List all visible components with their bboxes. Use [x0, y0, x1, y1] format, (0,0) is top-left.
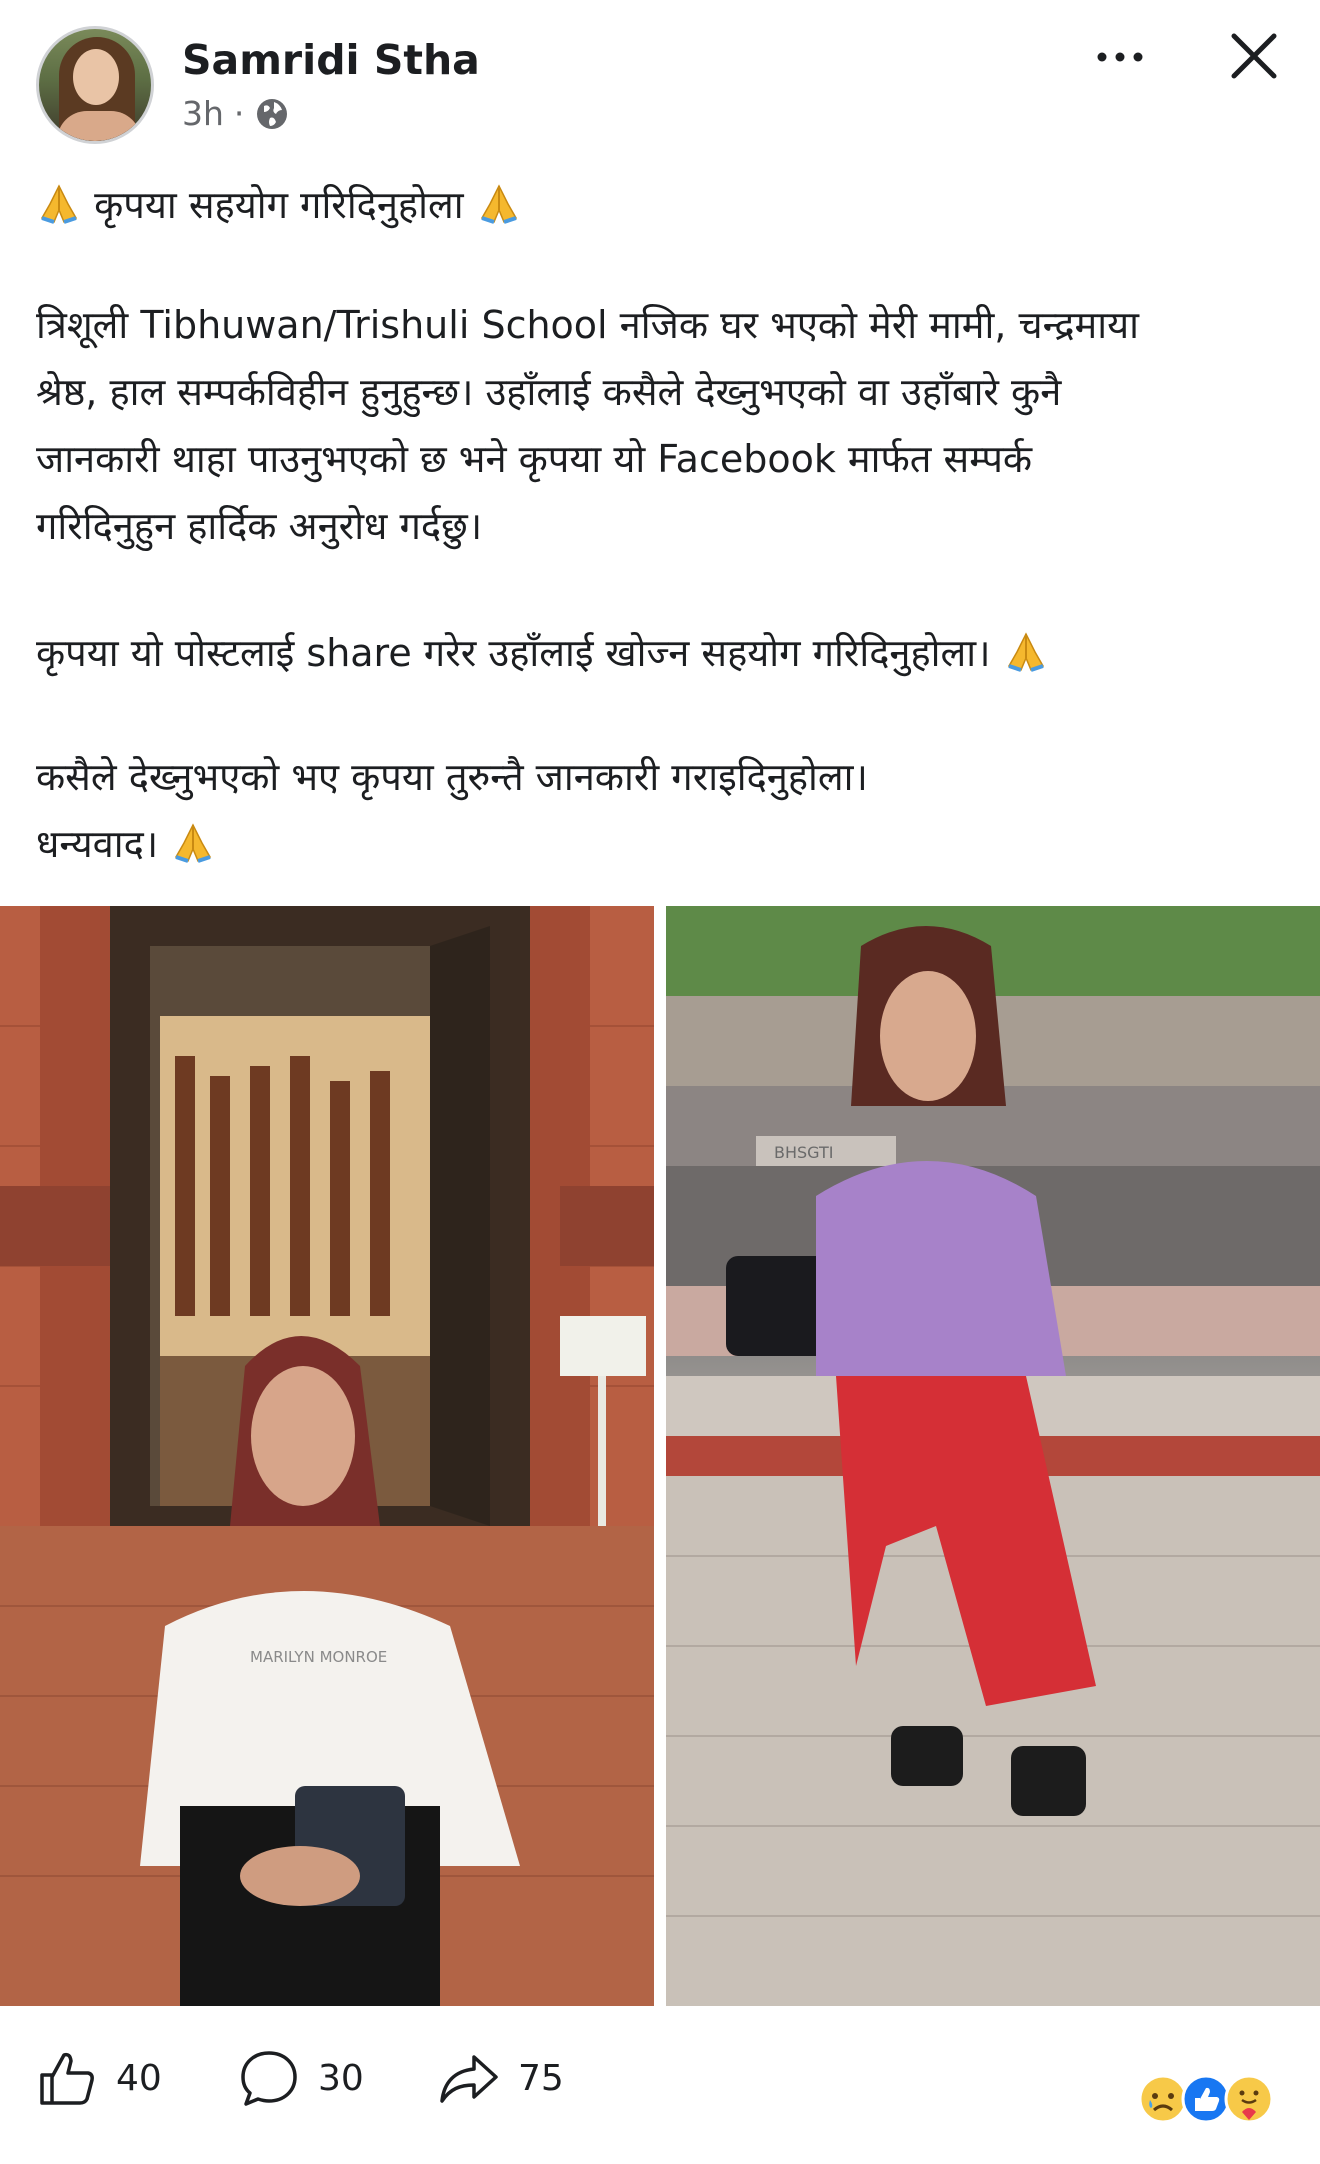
- like-emoji: [1181, 2074, 1231, 2124]
- comment-count: 30: [318, 2057, 364, 2099]
- globe-icon: [257, 98, 288, 129]
- wall-sign-text: BHSGTI: [774, 1143, 833, 1162]
- post-photo-1[interactable]: MARILYN MONROE: [0, 906, 654, 2006]
- sad-emoji: [1138, 2074, 1188, 2124]
- close-icon[interactable]: [1226, 28, 1282, 84]
- author-name[interactable]: Samridi Stha: [182, 36, 480, 84]
- folded-hands-emoji: [40, 184, 78, 224]
- post-para3-line2: धन्यवाद।: [36, 811, 1286, 878]
- post-para1-line4: गरिदिनुहुन हार्दिक अनुरोध गर्दछु।: [36, 504, 483, 548]
- comment-icon: [241, 2051, 297, 2106]
- share-count: 75: [518, 2057, 564, 2099]
- bench-photo: BHSGTI: [666, 906, 1320, 2006]
- folded-hands-emoji: [175, 823, 212, 863]
- post-para1-line1: त्रिशूली Tibhuwan/Trishuli School नजिक घ…: [36, 303, 1139, 347]
- post-para1-line2: श्रेष्ठ, हाल सम्पर्कविहीन हुनुहुन्छ। उहा…: [36, 370, 1062, 414]
- post-para2: कृपया यो पोस्टलाई share गरेर उहाँलाई खोज…: [36, 620, 1286, 687]
- post-thanks: धन्यवाद।: [36, 822, 159, 866]
- care-emoji: [1224, 2074, 1274, 2124]
- like-action[interactable]: 40: [36, 2038, 162, 2118]
- post-line1: कृपया सहयोग गरिदिनुहोला: [94, 183, 464, 227]
- post-para2-text: कृपया यो पोस्टलाई share गरेर उहाँलाई खोज…: [36, 631, 991, 675]
- author-avatar[interactable]: [36, 26, 154, 144]
- post-time[interactable]: 3h: [182, 94, 224, 133]
- folded-hands-emoji: [1007, 632, 1044, 672]
- post-title-line: कृपया सहयोग गरिदिनुहोला: [36, 172, 1286, 239]
- temple-photo: MARILYN MONROE: [0, 906, 654, 2006]
- more-options-icon[interactable]: [1090, 32, 1150, 82]
- like-count: 40: [116, 2057, 162, 2099]
- meta-separator: ·: [233, 94, 245, 133]
- folded-hands-emoji: [480, 184, 517, 224]
- post-para1-line3: जानकारी थाहा पाउनुभएको छ भने कृपया यो Fa…: [36, 437, 1033, 481]
- reactions-summary[interactable]: [1138, 2074, 1288, 2124]
- comment-action[interactable]: 30: [238, 2038, 364, 2118]
- thumbs-up-icon: [40, 2052, 94, 2105]
- post-para3-line1: कसैले देख्नुभएको भए कृपया तुरुन्तै जानका…: [36, 755, 868, 799]
- share-action[interactable]: 75: [438, 2038, 564, 2118]
- post-meta: 3h ·: [182, 94, 290, 133]
- post-photo-2[interactable]: BHSGTI: [666, 906, 1320, 2006]
- share-icon: [440, 2055, 498, 2103]
- shirt-print: MARILYN MONROE: [250, 1648, 387, 1666]
